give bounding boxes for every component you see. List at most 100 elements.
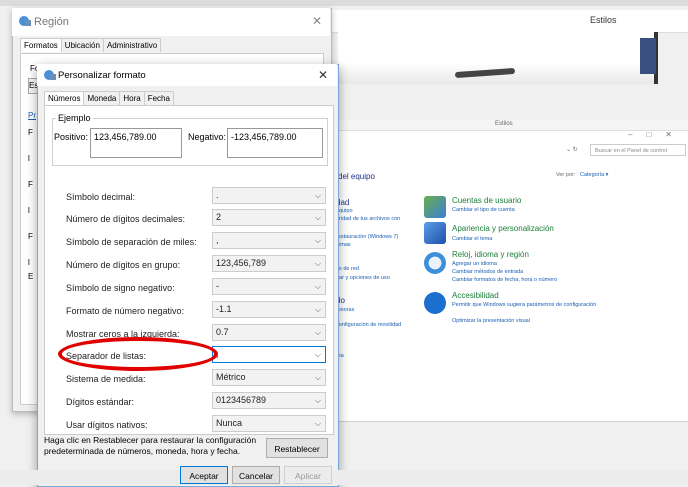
category-clock-link[interactable]: Cambiar métodos de entrada	[452, 269, 523, 275]
view-by-label: Ver por:	[556, 172, 576, 178]
chevron-down-icon: ⌵	[314, 373, 321, 382]
negative-example-field[interactable]: -123,456,789.00	[227, 128, 323, 158]
accept-button[interactable]: Aceptar	[180, 466, 228, 484]
estilos-document-image	[338, 32, 658, 84]
measurement-system-combo[interactable]: Métrico ⌵	[212, 369, 326, 386]
view-by-dropdown[interactable]: Categoría ▾	[580, 172, 608, 178]
tab-ubicacion[interactable]: Ubicación	[60, 38, 104, 52]
clock-globe-icon[interactable]	[424, 252, 446, 274]
tab-moneda[interactable]: Moneda	[83, 91, 121, 105]
region-peek-label: F	[28, 128, 33, 137]
example-label: Ejemplo	[56, 113, 93, 123]
positive-label: Positivo:	[54, 132, 89, 142]
tab-formatos[interactable]: Formatos	[20, 38, 62, 52]
negative-label: Negativo:	[188, 132, 227, 142]
category-clock-title[interactable]: Reloj, idioma y región	[452, 250, 529, 259]
control-panel-title: Estilos	[495, 121, 513, 127]
decimal-digits-combo[interactable]: 2 ⌵	[212, 209, 326, 226]
estilos-blue-shape	[640, 38, 656, 74]
category-appearance-link[interactable]: Cambiar el tema	[452, 236, 492, 242]
measurement-system-label: Sistema de medida:	[66, 374, 146, 384]
region-peek-label: E	[28, 272, 34, 281]
custom-format-title: Personalizar formato	[58, 70, 146, 81]
combo-value: Nunca	[216, 418, 243, 428]
users-icon[interactable]	[424, 196, 446, 218]
control-panel-heading: del equipo	[338, 172, 375, 181]
category-accessibility-title[interactable]: Accesibilidad	[452, 291, 499, 300]
region-peek-link[interactable]: Pr	[28, 111, 36, 120]
negative-sign-combo[interactable]: - ⌵	[212, 278, 326, 295]
category-accessibility-link[interactable]: Optimizar la presentación visual	[452, 318, 530, 324]
negative-format-combo[interactable]: -1.1 ⌵	[212, 301, 326, 318]
category-appearance-title[interactable]: Apariencia y personalización	[452, 224, 554, 233]
reset-hint-text: Haga clic en Restablecer para restaurar …	[44, 435, 257, 456]
category-accessibility-link[interactable]: Permitir que Windows sugiera parámetros …	[452, 302, 602, 308]
tab-fecha[interactable]: Fecha	[143, 91, 174, 105]
category-users-link[interactable]: Cambiar el tipo de cuenta	[452, 207, 515, 213]
tab-numeros[interactable]: Números	[44, 91, 85, 105]
digit-grouping-combo[interactable]: 123,456,789 ⌵	[212, 255, 326, 272]
region-globe-icon	[18, 15, 32, 27]
custom-format-globe-icon	[43, 69, 57, 81]
combo-value: Métrico	[216, 372, 246, 382]
cp-left-link[interactable]: gar y opciones de uso	[336, 275, 390, 281]
native-digits-label: Usar dígitos nativos:	[66, 420, 148, 430]
standard-digits-combo[interactable]: 0123456789 ⌵	[212, 392, 326, 409]
thousands-separator-combo[interactable]: , ⌵	[212, 232, 326, 249]
negative-sign-label: Símbolo de signo negativo:	[66, 283, 175, 293]
thousands-separator-label: Símbolo de separación de miles:	[66, 237, 197, 247]
chevron-down-icon: ⌵	[314, 328, 321, 337]
close-icon[interactable]: ✕	[312, 14, 322, 28]
chevron-down-icon: ⌵	[314, 350, 321, 359]
leading-zeros-combo[interactable]: 0.7 ⌵	[212, 324, 326, 341]
background-strip	[0, 0, 688, 6]
region-peek-label: F	[28, 180, 33, 189]
taskbar-strip	[0, 470, 688, 485]
category-clock-link[interactable]: Agregar un idioma	[452, 261, 497, 267]
chevron-down-icon: ⌵	[314, 282, 321, 291]
chevron-down-icon: ⌵	[314, 236, 321, 245]
reset-button[interactable]: Restablecer	[266, 438, 328, 458]
refresh-icon[interactable]: ⌄ ↻	[566, 146, 578, 153]
combo-value: 2	[216, 212, 222, 222]
chevron-down-icon: ⌵	[314, 259, 321, 268]
standard-digits-label: Dígitos estándar:	[66, 397, 135, 407]
positive-example-field[interactable]: 123,456,789.00	[90, 128, 182, 158]
combo-value: 0123456789	[216, 395, 267, 405]
combo-value: 0.7	[216, 327, 229, 337]
category-clock-link[interactable]: Cambiar formatos de fecha, hora o número	[452, 277, 557, 283]
apply-button[interactable]: Aplicar	[284, 466, 332, 484]
tab-hora[interactable]: Hora	[119, 91, 145, 105]
combo-value: ,	[216, 235, 219, 245]
tab-administrativo[interactable]: Administrativo	[102, 38, 162, 52]
control-panel-search-input[interactable]: Buscar en el Panel de control	[590, 144, 686, 156]
cp-left-link[interactable]: uridad de tus archivos con	[336, 216, 400, 222]
cancel-button[interactable]: Cancelar	[232, 466, 280, 484]
negative-format-label: Formato de número negativo:	[66, 306, 185, 316]
appearance-icon[interactable]	[424, 222, 446, 244]
control-panel-window-controls[interactable]: –□✕	[628, 130, 686, 139]
region-peek-label: l	[28, 154, 30, 163]
red-highlight-ellipse	[58, 337, 218, 371]
close-icon[interactable]: ✕	[318, 68, 328, 82]
native-digits-combo[interactable]: Nunca ⌵	[212, 415, 326, 432]
cp-left-link[interactable]: restauración (Windows 7)	[336, 234, 398, 240]
combo-value: .	[216, 190, 219, 200]
combo-value: -1.1	[216, 304, 232, 314]
cp-left-link[interactable]: as de red	[336, 266, 359, 272]
decimal-symbol-label: Símbolo decimal:	[66, 192, 136, 202]
decimal-symbol-combo[interactable]: . ⌵	[212, 187, 326, 204]
estilos-window-titlebar	[330, 10, 688, 33]
chevron-down-icon: ⌵	[314, 396, 321, 405]
decimal-digits-label: Número de dígitos decimales:	[66, 214, 186, 224]
combo-value: -	[216, 281, 219, 291]
custom-format-tabs: Números Moneda Hora Fecha	[44, 91, 174, 105]
region-peek-label: F	[28, 232, 33, 241]
region-peek-label: l	[28, 206, 30, 215]
accessibility-icon[interactable]	[424, 292, 446, 314]
chevron-down-icon: ⌵	[314, 213, 321, 222]
list-separator-combo[interactable]: , ⌵	[212, 346, 326, 363]
cp-left-link[interactable]: configuración de movilidad	[336, 322, 401, 328]
region-tabs: Formatos Ubicación Administrativo	[20, 38, 162, 54]
category-users-title[interactable]: Cuentas de usuario	[452, 196, 521, 205]
